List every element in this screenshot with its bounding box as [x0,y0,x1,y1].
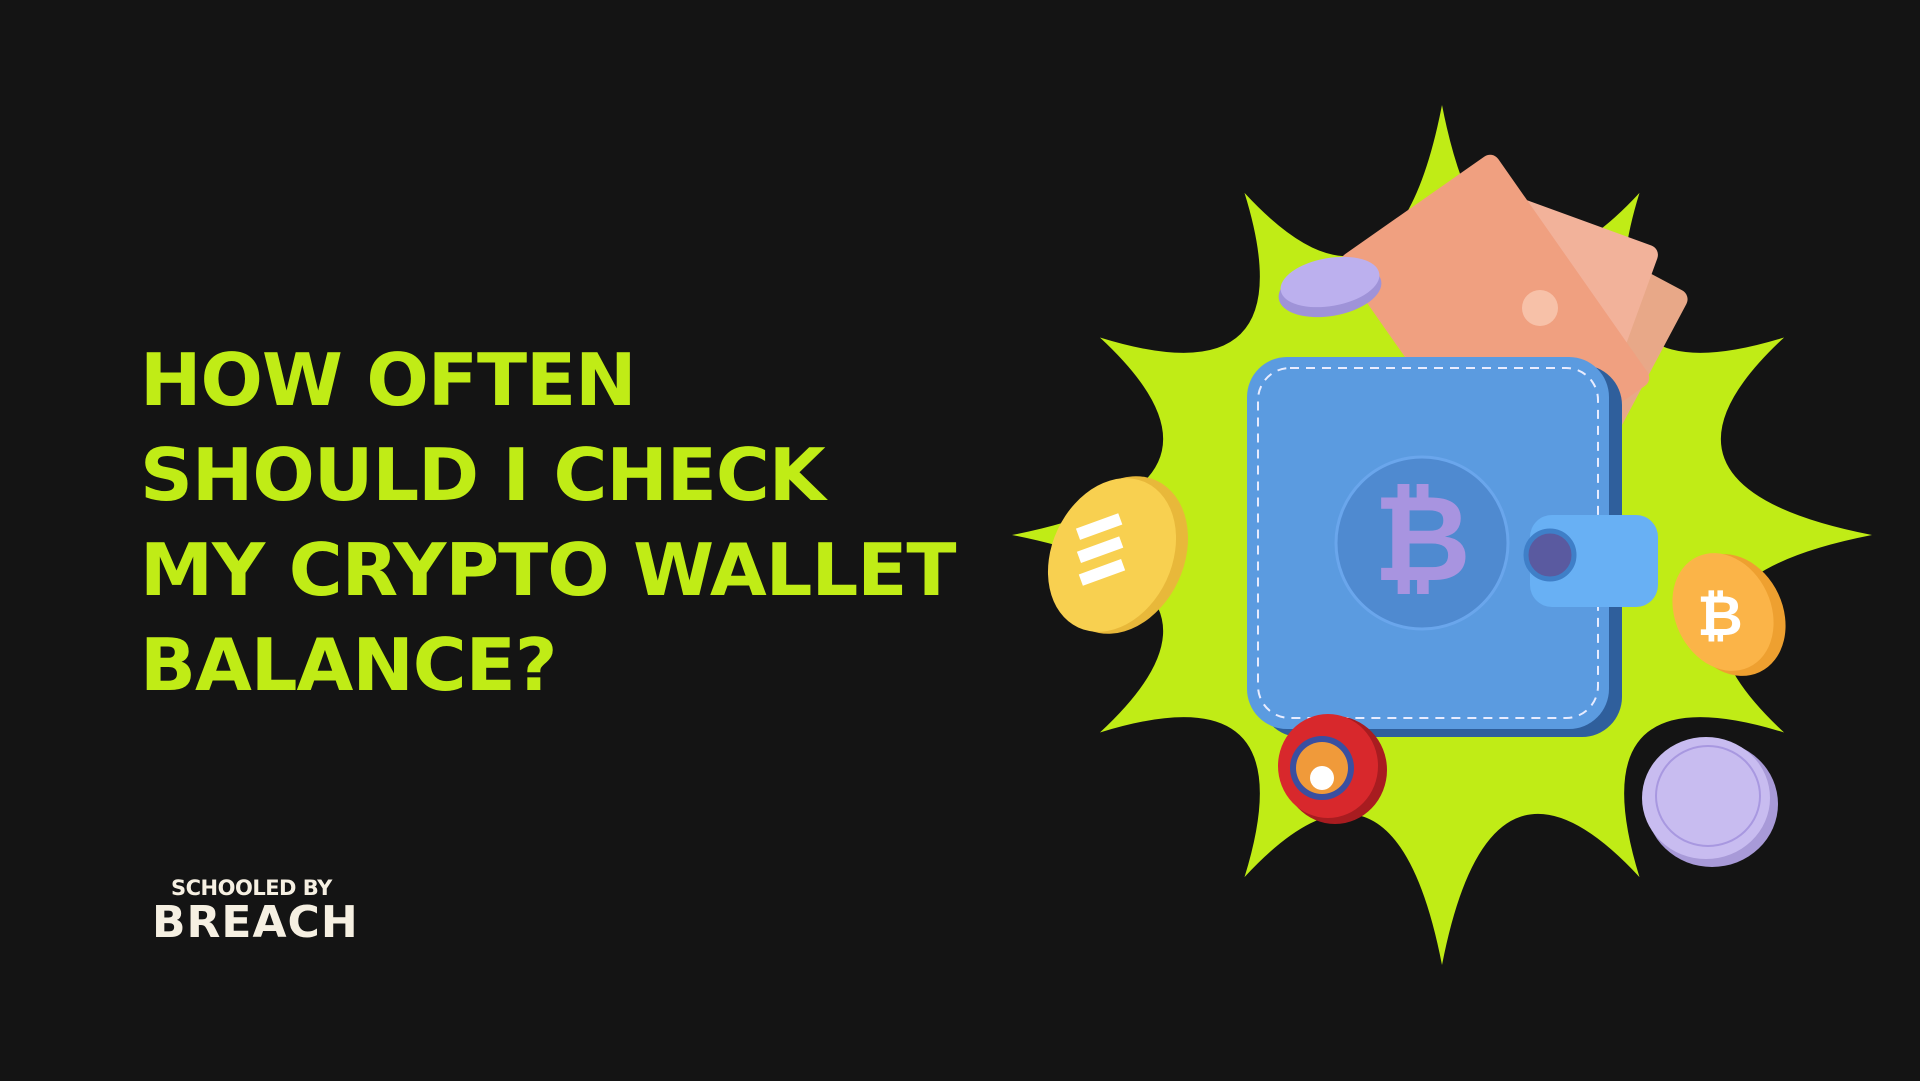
bitcoin-icon: ₿ [1373,470,1471,609]
headline: HOW OFTEN SHOULD I CHECK MY CRYPTO WALLE… [140,333,956,713]
headline-line-1: HOW OFTEN [140,338,637,422]
svg-text:₿: ₿ [1697,584,1743,649]
brand-logo: SCHOOLED BY BREACH [152,876,359,946]
wallet-illustration: ₿ ₿ [1012,105,1872,965]
headline-line-4: BALANCE? [140,623,557,707]
headline-line-3: MY CRYPTO WALLET [140,528,956,612]
logo-line-2: BREACH [152,897,359,948]
wallet-icon: ₿ [1247,357,1658,737]
headline-line-2: SHOULD I CHECK [140,433,826,517]
coin-lavender-icon [1642,737,1778,867]
